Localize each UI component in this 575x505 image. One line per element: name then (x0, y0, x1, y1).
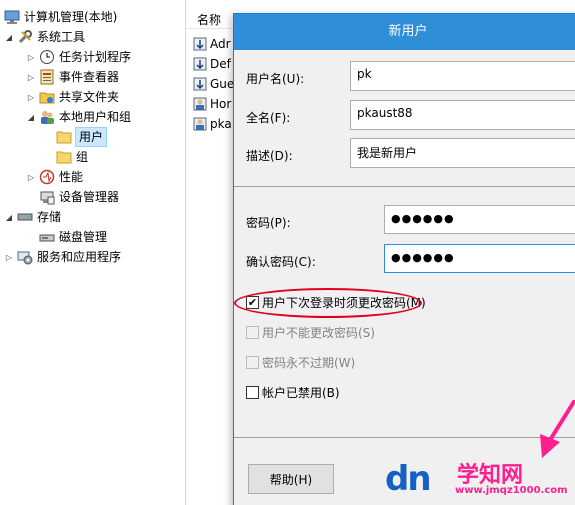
services-icon (17, 249, 33, 265)
help-button[interactable]: 帮助(H) (248, 464, 334, 494)
device-manager-icon (39, 189, 55, 205)
collapsed-chevron-icon[interactable]: ▷ (26, 172, 36, 182)
tree-item-local-users-groups[interactable]: ◢ 本地用户和组 (26, 107, 131, 127)
list-item[interactable]: Def (193, 54, 231, 74)
confirm-password-field[interactable]: ●●●●●● (384, 244, 575, 273)
tree-label: 设备管理器 (59, 190, 120, 204)
disk-icon (39, 229, 55, 245)
list-item-label: Hor (210, 97, 232, 111)
collapsed-chevron-icon[interactable]: ▷ (26, 52, 36, 62)
description-field[interactable]: 我是新用户 (350, 138, 575, 168)
column-header-name[interactable]: 名称 (197, 11, 221, 28)
tree-label: 服务和应用程序 (37, 250, 122, 264)
tree-label: 存储 (37, 210, 62, 224)
password-field[interactable]: ●●●●●● (384, 205, 575, 234)
storage-icon (17, 209, 33, 225)
tree-item-root[interactable]: 计算机管理(本地) (4, 7, 117, 27)
tree-item-task-scheduler[interactable]: ▷ 任务计划程序 (26, 47, 131, 67)
user-icon (193, 117, 207, 131)
list-item[interactable]: pka (193, 114, 232, 134)
list-item-label: Def (210, 57, 231, 71)
tree-item-shared-folders[interactable]: ▷ 共享文件夹 (26, 87, 119, 107)
performance-icon (39, 169, 55, 185)
tree-label: 用户 (74, 127, 108, 147)
navigation-tree: 计算机管理(本地) ◢ 系统工具 ▷ 任务计划程序 ▷ 事件查看器 ▷ 共享文件… (0, 0, 186, 505)
computer-management-icon (4, 9, 20, 25)
must-change-password-checkbox[interactable]: ✔ 用户下次登录时须更改密码(M) (246, 294, 426, 310)
user-icon (193, 97, 207, 111)
list-item[interactable]: Gue (193, 74, 234, 94)
tree-item-groups[interactable]: 组 (56, 147, 88, 167)
cannot-change-password-checkbox[interactable]: 用户不能更改密码(S) (246, 324, 375, 340)
tree-label: 磁盘管理 (59, 230, 108, 244)
shared-folder-icon (39, 89, 55, 105)
tree-label: 事件查看器 (59, 70, 120, 84)
checkbox-label: 用户下次登录时须更改密码(M) (262, 295, 426, 310)
tree-item-disk-management[interactable]: 磁盘管理 (39, 227, 107, 247)
password-never-expires-checkbox[interactable]: 密码永不过期(W) (246, 354, 355, 370)
description-label: 描述(D): (246, 149, 293, 163)
list-item[interactable]: Adr (193, 34, 231, 54)
list-item-label: Adr (210, 37, 231, 51)
tree-label: 性能 (59, 170, 84, 184)
tree-label: 本地用户和组 (59, 110, 132, 124)
tree-item-services-apps[interactable]: ▷ 服务和应用程序 (4, 247, 121, 267)
clock-icon (39, 49, 55, 65)
collapsed-chevron-icon[interactable]: ▷ (26, 92, 36, 102)
tree-item-event-viewer[interactable]: ▷ 事件查看器 (26, 67, 119, 87)
collapsed-chevron-icon[interactable]: ▷ (26, 72, 36, 82)
confirm-password-label: 确认密码(C): (246, 255, 316, 269)
watermark-logo: dn (385, 459, 432, 499)
watermark: dn 学知网 www.jmqz1000.com (385, 455, 575, 505)
list-item-label: Gue (210, 77, 235, 91)
pointer-arrow-icon (540, 400, 575, 458)
watermark-url: www.jmqz1000.com (455, 485, 568, 496)
divider (234, 186, 575, 187)
expanded-chevron-icon[interactable]: ◢ (4, 212, 14, 222)
fullname-label: 全名(F): (246, 111, 291, 125)
user-icon (193, 57, 207, 71)
tree-label: 任务计划程序 (59, 50, 132, 64)
tree-item-users[interactable]: 用户 (56, 127, 108, 147)
list-item-label: pka (210, 117, 232, 131)
checkbox-label: 帐户已禁用(B) (262, 385, 340, 400)
user-icon (193, 77, 207, 91)
tree-item-storage[interactable]: ◢ 存储 (4, 207, 61, 227)
tools-icon (17, 29, 33, 45)
tree-item-device-manager[interactable]: 设备管理器 (39, 187, 119, 207)
tree-label: 共享文件夹 (59, 90, 120, 104)
tree-item-system-tools[interactable]: ◢ 系统工具 (4, 27, 85, 47)
folder-icon (56, 149, 72, 165)
username-field[interactable]: pk (350, 61, 575, 91)
expanded-chevron-icon[interactable]: ◢ (26, 112, 36, 122)
expanded-chevron-icon[interactable]: ◢ (4, 32, 14, 42)
tree-item-performance[interactable]: ▷ 性能 (26, 167, 83, 187)
tree-label: 系统工具 (37, 30, 86, 44)
password-label: 密码(P): (246, 216, 291, 230)
event-log-icon (39, 69, 55, 85)
checkbox-box (246, 385, 259, 399)
checkbox-label: 用户不能更改密码(S) (262, 325, 375, 340)
checkbox-box (246, 355, 259, 369)
tree-label: 计算机管理(本地) (24, 10, 118, 24)
checkbox-label: 密码永不过期(W) (262, 355, 356, 370)
account-disabled-checkbox[interactable]: 帐户已禁用(B) (246, 384, 340, 400)
fullname-field[interactable]: pkaust88 (350, 100, 575, 130)
collapsed-chevron-icon[interactable]: ▷ (4, 252, 14, 262)
user-icon (193, 37, 207, 51)
checkmark-icon[interactable]: ✔ (246, 295, 259, 309)
checkbox-box (246, 325, 259, 339)
list-item[interactable]: Hor (193, 94, 231, 114)
users-group-icon (39, 109, 55, 125)
username-label: 用户名(U): (246, 72, 305, 86)
dialog-title: 新用户 (234, 14, 575, 50)
tree-label: 组 (76, 150, 89, 164)
folder-icon (56, 129, 72, 145)
